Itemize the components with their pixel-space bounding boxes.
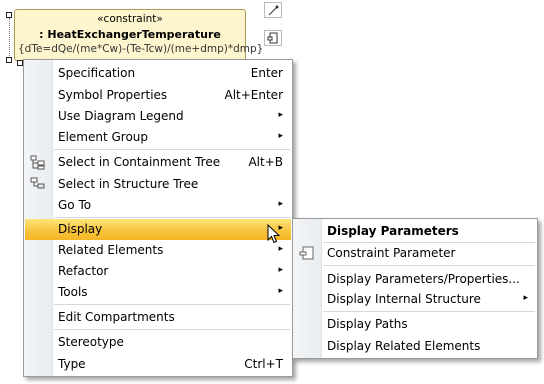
menu-item-refactor[interactable]: Refactor ▸ [25,261,291,282]
selection-outline-left [9,18,10,56]
menu-item-label: Display Parameters [327,224,459,238]
manipulator-port-icon[interactable] [264,30,282,46]
menu-item-go-to[interactable]: Go To ▸ [25,195,291,216]
submenu-arrow-icon: ▸ [278,110,283,120]
menu-item-label: Display Parameters/Properties... [327,272,520,286]
menu-item-label: Display Internal Structure [327,292,481,306]
display-submenu: Display Parameters Constraint Parameter … [292,218,538,359]
mouse-cursor-icon [267,224,281,244]
menu-item-label: Select in Structure Tree [58,177,199,191]
menu-item-label: Edit Compartments [58,310,175,324]
menu-item-label: Display Paths [327,317,408,331]
menu-item-symbol-properties[interactable]: Symbol Properties Alt+Enter [25,85,291,106]
menu-item-accelerator: Enter [250,66,283,80]
menu-item-label: Display [58,222,103,236]
menu-item-use-diagram-legend[interactable]: Use Diagram Legend ▸ [25,106,291,127]
menu-item-label: Related Elements [58,243,164,257]
menu-item-label: Select in Containment Tree [58,155,221,169]
menu-item-select-in-structure-tree[interactable]: Select in Structure Tree [25,174,291,195]
menu-item-type[interactable]: Type Ctrl+T [25,354,291,375]
context-menu: Specification Enter Symbol Properties Al… [23,59,293,377]
menu-item-element-group[interactable]: Element Group ▸ [25,127,291,148]
menu-item-accelerator: Ctrl+T [244,357,283,371]
menu-item-label: Stereotype [58,335,124,349]
menu-item-related-elements[interactable]: Related Elements ▸ [25,240,291,261]
menu-item-specification[interactable]: Specification Enter [25,63,291,84]
submenu-item-constraint-parameter[interactable]: Constraint Parameter [294,243,536,264]
constraint-block[interactable]: «constraint» : HeatExchangerTemperature … [14,9,263,61]
menu-item-accelerator: Alt+Enter [224,88,283,102]
menu-item-tools[interactable]: Tools ▸ [25,282,291,303]
menu-separator [54,329,290,330]
submenu-item-display-paths[interactable]: Display Paths [294,314,536,335]
constraint-expression: {dTe=dQe/(me*Cw)-(Te-Tcw)/(me+dmp)*dmp} [18,43,264,55]
menu-item-accelerator: Alt+B [248,155,283,169]
submenu-item-display-parameters[interactable]: Display Parameters [294,221,536,242]
menu-item-label: Type [58,357,86,371]
menu-separator [54,304,290,305]
menu-item-label: Specification [58,66,136,80]
submenu-item-display-related-elements[interactable]: Display Related Elements [294,336,536,357]
containment-tree-icon [30,155,46,170]
submenu-arrow-icon: ▸ [278,199,283,209]
menu-item-label: Tools [58,285,88,299]
menu-item-label: Refactor [58,264,109,278]
submenu-item-display-internal-structure[interactable]: Display Internal Structure ▸ [294,289,536,310]
menu-item-display[interactable]: Display ▸ [25,219,291,240]
submenu-arrow-icon: ▸ [523,293,528,303]
submenu-arrow-icon: ▸ [278,265,283,275]
structure-tree-icon [30,177,46,192]
menu-separator [323,311,535,312]
menu-item-select-in-containment-tree[interactable]: Select in Containment Tree Alt+B [25,152,291,173]
menu-item-label: Constraint Parameter [327,246,456,260]
constraint-name: : HeatExchangerTemperature [39,28,221,41]
selection-handle-mid-left[interactable] [6,57,12,63]
menu-item-label: Use Diagram Legend [58,109,184,123]
menu-item-stereotype[interactable]: Stereotype [25,332,291,353]
menu-separator [323,265,535,266]
submenu-arrow-icon: ▸ [278,131,283,141]
manipulator-path-icon[interactable] [264,2,282,18]
menu-separator [54,149,290,150]
menu-item-label: Display Related Elements [327,339,481,353]
menu-item-edit-compartments[interactable]: Edit Compartments [25,307,291,328]
constraint-parameter-icon [299,246,315,261]
menu-item-label: Go To [58,198,92,212]
menu-item-label: Element Group [58,130,149,144]
menu-item-label: Symbol Properties [58,88,168,102]
submenu-arrow-icon: ▸ [278,244,283,254]
constraint-stereotype: «constraint» [97,13,163,25]
menu-separator [54,217,290,218]
submenu-arrow-icon: ▸ [278,286,283,296]
submenu-item-display-parameters-properties[interactable]: Display Parameters/Properties... [294,269,536,290]
